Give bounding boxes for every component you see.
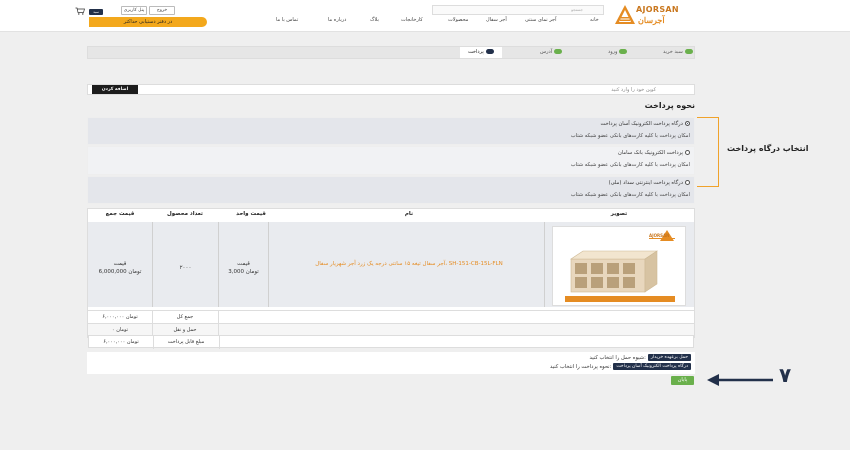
col-header-name: نام xyxy=(404,211,414,217)
col-divider xyxy=(544,222,545,307)
col-header-unit-price: قیمت واحد xyxy=(236,211,266,217)
site-logo[interactable]: AJORSAN آجرسان xyxy=(614,4,694,26)
shipping-method-tag[interactable]: حمل برعهده خریدار xyxy=(647,354,691,361)
annotation-bracket xyxy=(697,117,719,187)
cart-badge[interactable]: سبد xyxy=(89,9,103,15)
unit-price-label: قیمت xyxy=(237,261,250,267)
step-address[interactable]: آدرس xyxy=(540,49,563,55)
payment-option-desc: امکان پرداخت با کلیه کارت‌های بانکی عضو … xyxy=(570,192,690,198)
unit-price-value: 3,000 تومان xyxy=(228,269,259,275)
step-cart[interactable]: سبد خرید xyxy=(663,49,693,55)
site-header: AJORSAN آجرسان جستجو خانه آجر نمای سنتی … xyxy=(0,0,850,32)
nav-item-blog[interactable]: بلاگ xyxy=(370,17,379,23)
order-table: تصویر نام قیمت واحد تعداد محصول قیمت جمع… xyxy=(87,208,695,338)
col-divider xyxy=(268,222,269,307)
search-input[interactable]: جستجو xyxy=(432,5,604,15)
radio-icon[interactable] xyxy=(685,180,690,185)
col-header-total: قیمت جمع xyxy=(105,211,135,217)
nav-item-about[interactable]: درباره ما xyxy=(328,17,346,23)
summary-row-subtotal: جمع کل ۶,۰۰۰,۰۰۰ تومان xyxy=(88,310,694,324)
nav-item-contact[interactable]: تماس با ما xyxy=(276,17,298,23)
step-dot xyxy=(619,49,628,54)
payment-method-tag[interactable]: درگاه پرداخت الکترونیک آسان پرداخت xyxy=(613,363,691,370)
product-image-graphic: AJORSAN xyxy=(565,230,675,302)
payable-label: مبلغ قابل پرداخت xyxy=(167,339,205,345)
checkout-steps: سبد خرید ورود آدرس پرداخت xyxy=(87,46,695,59)
annotation-step-number: ۷ xyxy=(779,363,792,387)
radio-icon[interactable] xyxy=(685,150,690,155)
radio-selected-icon[interactable] xyxy=(685,121,690,126)
payment-option-sadad[interactable]: درگاه پرداخت اینترنتی سداد (ملی) امکان پ… xyxy=(87,176,695,204)
total-value: 6,000,000 تومان xyxy=(98,269,142,275)
logo-text-en: AJORSAN xyxy=(636,5,679,14)
logo-text-fa: آجرسان xyxy=(638,15,665,25)
svg-text:AJORSAN: AJORSAN xyxy=(649,233,669,238)
shipping-label: حمل و نقل xyxy=(173,327,197,333)
subtotal-label: جمع کل xyxy=(176,314,194,320)
step-login[interactable]: ورود xyxy=(608,49,628,55)
product-image[interactable]: AJORSAN xyxy=(552,226,686,306)
nav-item-factories[interactable]: کارخانجات xyxy=(401,17,423,23)
apply-coupon-button[interactable]: اضافه کردن xyxy=(92,85,138,94)
payment-option-label: پرداخت الکترونیک بانک سامان xyxy=(618,150,690,156)
quantity-value: ۲۰۰۰ xyxy=(179,265,192,271)
cart-icon[interactable] xyxy=(75,7,85,15)
step-dot xyxy=(485,49,494,54)
nav-item-traditional-brick[interactable]: آجر نمای سنتی xyxy=(525,17,557,23)
step-dot xyxy=(684,49,693,54)
nav-item-products[interactable]: محصولات xyxy=(448,17,468,23)
logout-button[interactable]: خروج xyxy=(149,6,175,15)
payment-option-saman[interactable]: پرداخت الکترونیک بانک سامان امکان پرداخت… xyxy=(87,146,695,175)
category-bar[interactable]: در دفتر دستیابی حداکثر xyxy=(89,17,207,27)
subtotal-value: ۶,۰۰۰,۰۰۰ تومان xyxy=(102,314,138,320)
payment-method-row: نحوه پرداخت را انتخاب کنید: درگاه پرداخت … xyxy=(550,363,693,370)
finish-button[interactable]: پایان xyxy=(671,376,694,385)
step-payment[interactable]: پرداخت xyxy=(460,47,502,58)
payment-option-desc: امکان پرداخت با کلیه کارت‌های بانکی عضو … xyxy=(570,162,690,168)
annotation-label: انتخاب درگاه پرداخت xyxy=(727,144,809,153)
product-name-link[interactable]: آجر سفال تیغه ۱۵ سانتی درجه یک زرد آجر ش… xyxy=(284,261,534,267)
nav-item-clay-brick[interactable]: آجر سفال xyxy=(486,17,507,23)
logo-icon xyxy=(615,5,635,24)
total-label: قیمت xyxy=(113,261,127,267)
payment-method-title: نحوه پرداخت xyxy=(644,101,695,110)
payment-option-desc: امکان پرداخت با کلیه کارت‌های بانکی عضو … xyxy=(570,133,690,139)
payable-value: ۶,۰۰۰,۰۰۰ تومان xyxy=(103,339,139,345)
user-panel-button[interactable]: پنل کاربری xyxy=(121,6,147,15)
payment-option-asan[interactable]: درگاه پرداخت الکترونیک آسان پرداخت امکان… xyxy=(87,117,695,145)
shipping-method-row: شیوه حمل را انتخاب کنید: حمل برعهده خریدا… xyxy=(590,354,694,361)
annotation-arrow-icon xyxy=(707,374,773,386)
payment-option-label: درگاه پرداخت الکترونیک آسان پرداخت xyxy=(600,121,690,127)
col-header-image: تصویر xyxy=(610,211,628,217)
coupon-input[interactable]: کوپن خود را وارد کنید xyxy=(87,84,695,95)
shipping-value: ۰ تومان xyxy=(111,327,129,333)
summary-row-payable: مبلغ قابل پرداخت ۶,۰۰۰,۰۰۰ تومان xyxy=(88,335,694,349)
checkout-page: AJORSAN آجرسان جستجو خانه آجر نمای سنتی … xyxy=(0,0,850,450)
payment-option-label: درگاه پرداخت اینترنتی سداد (ملی) xyxy=(609,180,690,186)
col-header-quantity: تعداد محصول xyxy=(167,211,203,217)
nav-item-home[interactable]: خانه xyxy=(590,17,599,23)
order-options: شیوه حمل را انتخاب کنید: حمل برعهده خریدا… xyxy=(87,352,695,374)
step-dot xyxy=(554,49,563,54)
